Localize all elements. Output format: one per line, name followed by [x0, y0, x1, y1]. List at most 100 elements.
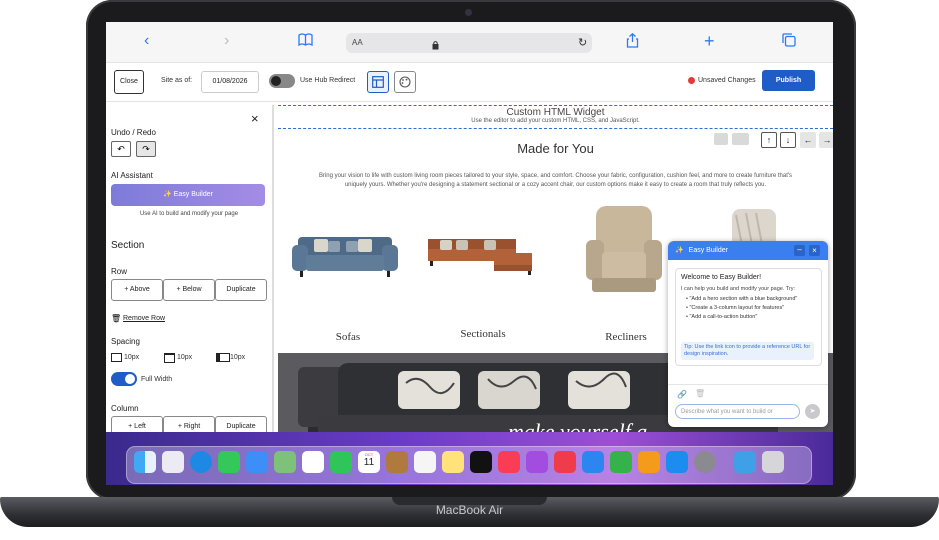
chat-header: ✨ Easy Builder – ×: [668, 241, 828, 260]
ai-hint: Use AI to build and modify your page: [139, 211, 239, 217]
chat-intro: I can help you build and modify your pag…: [681, 286, 796, 292]
maps-icon[interactable]: [274, 451, 296, 473]
chat-suggestion[interactable]: • "Add a hero section with a blue backgr…: [686, 296, 816, 303]
hub-redirect-toggle[interactable]: [269, 74, 295, 88]
easy-builder-label: Easy Builder: [173, 191, 213, 198]
custom-html-widget[interactable]: Custom HTML Widget Use the editor to add…: [278, 105, 833, 129]
ai-assistant-title: AI Assistant: [111, 171, 153, 180]
section-body: Bring your vision to life with custom li…: [288, 172, 823, 190]
messages-icon[interactable]: [218, 451, 240, 473]
sectional-image[interactable]: [424, 231, 534, 275]
date-field[interactable]: 01/08/2026: [201, 71, 259, 93]
chat-suggestions: • "Add a hero section with a blue backgr…: [686, 296, 816, 321]
chat-suggestion[interactable]: • "Add a call-to-action button": [686, 314, 816, 321]
tabs-icon[interactable]: [782, 33, 796, 51]
bookmarks-icon[interactable]: [298, 33, 313, 50]
spacing-middle-icon: [164, 353, 175, 363]
spacing-side-value[interactable]: 10px: [230, 354, 245, 361]
trash-bin-icon[interactable]: [762, 451, 784, 473]
row-duplicate-button[interactable]: Duplicate: [215, 279, 267, 301]
remove-row-link[interactable]: Remove Row: [123, 315, 165, 322]
close-button[interactable]: Close: [114, 70, 144, 94]
reload-icon[interactable]: ↻: [578, 36, 587, 49]
camera: [465, 9, 472, 16]
music-icon[interactable]: [498, 451, 520, 473]
chat-input[interactable]: Describe what you want to build or: [675, 404, 800, 419]
redo-icon[interactable]: ↷: [136, 141, 156, 157]
chat-welcome: Welcome to Easy Builder!: [681, 274, 762, 281]
category-sectionals[interactable]: Sectionals: [453, 328, 513, 340]
system-settings-icon[interactable]: [694, 451, 716, 473]
news-icon[interactable]: [554, 451, 576, 473]
send-icon[interactable]: ➤: [805, 404, 820, 419]
app-store-icon[interactable]: [666, 451, 688, 473]
keynote-icon[interactable]: [582, 451, 604, 473]
easy-builder-chat: ✨ Easy Builder – × Welcome to Easy Build…: [668, 241, 828, 427]
notes-icon[interactable]: [442, 451, 464, 473]
calendar-icon[interactable]: OCT 11: [358, 451, 380, 473]
address-bar[interactable]: AA ↻: [346, 33, 592, 53]
numbers-icon[interactable]: [610, 451, 632, 473]
sidebar-panel: × Undo / Redo ↶ ↷ AI Assistant ✨ Easy Bu…: [106, 105, 274, 450]
podcasts-icon[interactable]: [526, 451, 548, 473]
column-title: Column: [111, 404, 139, 413]
browser-toolbar: ‹ › AA ↻ +: [106, 22, 833, 63]
editor-toolbar: Close Site as of: 01/08/2026 Use Hub Red…: [106, 63, 833, 102]
share-icon[interactable]: [626, 32, 639, 52]
close-chat-icon[interactable]: ×: [809, 245, 820, 256]
body-line-2: uniquely yours. Whether you're designing…: [344, 182, 767, 188]
unsaved-changes-label: Unsaved Changes: [698, 77, 756, 84]
category-sofas[interactable]: Sofas: [318, 331, 378, 343]
trash-icon[interactable]: 🗑: [695, 389, 705, 398]
hub-redirect-label: Use Hub Redirect: [300, 77, 356, 84]
back-icon[interactable]: ‹: [144, 33, 149, 49]
photos-icon[interactable]: [302, 451, 324, 473]
sparkle-icon: ✨: [163, 191, 172, 198]
mail-icon[interactable]: [246, 451, 268, 473]
spacing-title: Spacing: [111, 337, 140, 346]
widget-subtitle: Use the editor to add your custom HTML, …: [471, 118, 640, 124]
easy-builder-button[interactable]: ✨ Easy Builder: [111, 184, 265, 206]
device-label: MacBook Air: [435, 503, 504, 517]
chat-message: Welcome to Easy Builder! I can help you …: [675, 268, 822, 366]
contacts-icon[interactable]: [386, 451, 408, 473]
downloads-icon[interactable]: [734, 451, 756, 473]
facetime-icon[interactable]: [330, 451, 352, 473]
sofa-image[interactable]: [292, 223, 398, 283]
recliner-image[interactable]: [584, 202, 664, 298]
layout-icon[interactable]: [367, 71, 389, 93]
spacing-middle-value[interactable]: 10px: [177, 354, 192, 361]
widget-title: Custom HTML Widget: [506, 107, 605, 118]
row-add-below-button[interactable]: + Below: [163, 279, 215, 301]
row-title: Row: [111, 267, 128, 276]
link-icon[interactable]: 🔗: [677, 390, 687, 399]
publish-button[interactable]: Publish: [762, 70, 815, 91]
trash-icon: 🗑: [111, 314, 122, 323]
minimize-icon[interactable]: –: [794, 245, 805, 256]
chat-title: Easy Builder: [688, 247, 728, 254]
forward-icon[interactable]: ›: [224, 33, 229, 49]
full-width-toggle[interactable]: [111, 372, 137, 386]
apple-tv-icon[interactable]: [470, 451, 492, 473]
full-width-label: Full Width: [141, 376, 173, 383]
body-line-1: Bring your vision to life with custom li…: [318, 173, 793, 179]
section-title: Section: [111, 240, 145, 251]
finder-icon[interactable]: [134, 451, 156, 473]
spacing-top-icon: [111, 353, 122, 362]
new-tab-icon[interactable]: +: [704, 32, 715, 50]
safari-icon[interactable]: [190, 451, 212, 473]
palette-icon[interactable]: [394, 71, 416, 93]
chat-tip: Tip: Use the link icon to provide a refe…: [681, 342, 814, 360]
category-recliners[interactable]: Recliners: [596, 331, 656, 343]
close-icon[interactable]: ×: [251, 111, 259, 126]
undo-icon[interactable]: ↶: [111, 141, 131, 157]
reminders-icon[interactable]: [414, 451, 436, 473]
sparkle-icon: ✨: [675, 247, 684, 254]
row-add-above-button[interactable]: + Above: [111, 279, 163, 301]
launchpad-icon[interactable]: [162, 451, 184, 473]
chat-suggestion[interactable]: • "Create a 3-column layout for features…: [686, 305, 816, 312]
pages-icon[interactable]: [638, 451, 660, 473]
reader-icon[interactable]: AA: [352, 38, 363, 47]
spacing-top-value[interactable]: 10px: [124, 354, 139, 361]
screen: ‹ › AA ↻ + Close Site as of: 01/08/2026 …: [106, 22, 833, 485]
